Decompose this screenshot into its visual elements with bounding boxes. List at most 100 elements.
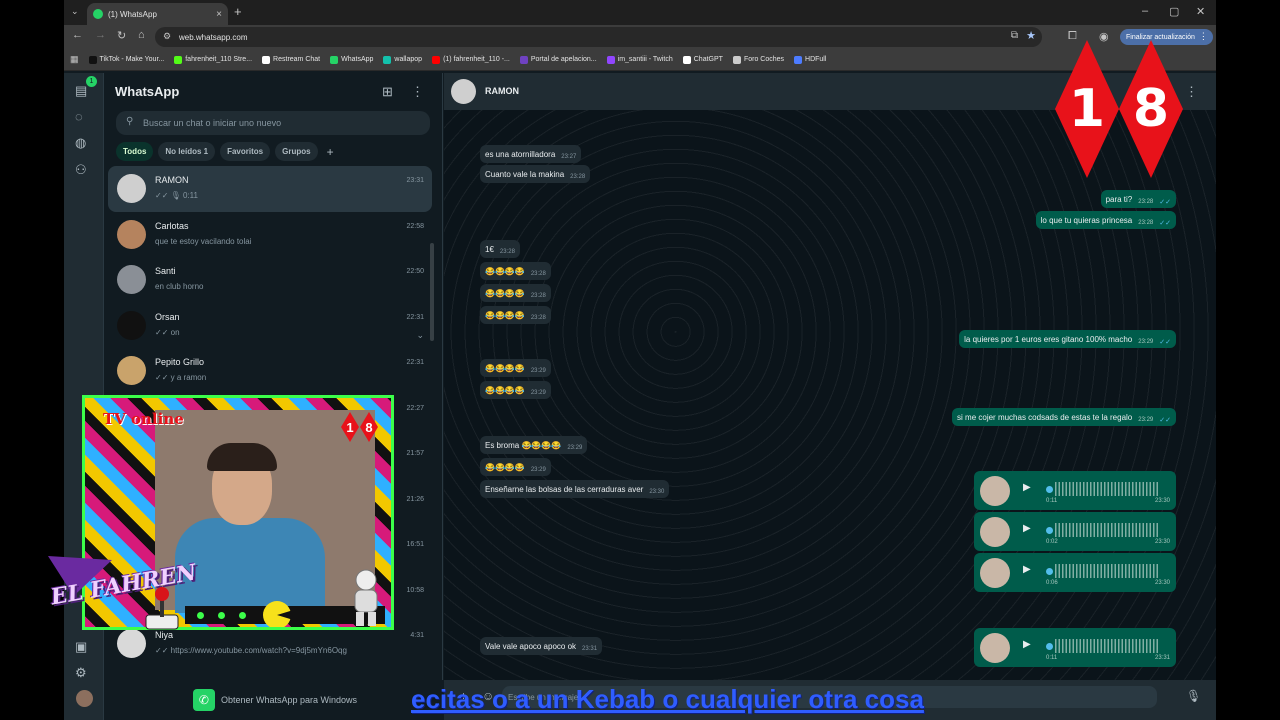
overlay-rating: 1 8 <box>341 412 378 442</box>
streamer-hair <box>207 443 277 471</box>
chat-row[interactable]: Pepito Grillo ✓✓ y a ramon 22:31 <box>108 348 432 394</box>
tab-strip: ⌄ (1) WhatsApp × + – ▢ ✕ <box>64 0 1216 25</box>
bookmark-star-icon[interactable]: ★ <box>1026 29 1036 42</box>
bookmark-item[interactable]: im_santiii - Twitch <box>606 55 673 64</box>
tab-whatsapp[interactable]: (1) WhatsApp × <box>87 3 228 25</box>
menu-kebab-icon[interactable]: ⋮ <box>411 84 424 100</box>
back-icon[interactable]: ← <box>72 29 83 41</box>
contact-avatar[interactable] <box>451 79 476 104</box>
chat-row[interactable]: Carlotas que te estoy vacilando tolai 22:5… <box>108 212 432 258</box>
communities-icon[interactable]: ⚇ <box>75 162 87 178</box>
filter-all[interactable]: Todos <box>116 142 154 161</box>
chat-row[interactable]: RAMON ✓✓ 🎙 0:11 23:31 <box>108 166 432 212</box>
voice-message[interactable]: ▶ 0:06 23:30 <box>974 553 1176 592</box>
bookmark-favicon-icon <box>606 55 615 64</box>
incoming-message[interactable]: 😂😂😂😂 23:29 <box>480 381 551 399</box>
voice-seek-handle[interactable] <box>1046 568 1053 575</box>
forward-icon[interactable]: → <box>95 29 106 41</box>
new-tab-button[interactable]: + <box>234 4 242 19</box>
chat-menu-icon[interactable]: ⋮ <box>1185 84 1198 100</box>
download-banner[interactable]: ✆ Obtener WhatsApp para Windows <box>107 680 443 720</box>
voice-message[interactable]: ▶ 0:11 23:31 <box>974 628 1176 667</box>
chat-row[interactable]: Santi en club horno 22:50 <box>108 257 432 303</box>
chats-icon[interactable]: ▤ <box>75 83 87 99</box>
bookmark-item[interactable]: WhatsApp <box>330 55 373 64</box>
voice-seek-handle[interactable] <box>1046 527 1053 534</box>
stream-ticker: ecitas o a un Kebab o cualquier otra cos… <box>411 684 924 714</box>
bookmark-item[interactable]: ChatGPT <box>682 55 723 64</box>
play-icon[interactable]: ▶ <box>1023 482 1031 493</box>
filter-unread[interactable]: No leídos 1 <box>158 142 216 161</box>
reload-icon[interactable]: ↻ <box>117 29 126 42</box>
voice-seek-handle[interactable] <box>1046 643 1053 650</box>
outgoing-message[interactable]: si me cojer muchas codsads de estas te l… <box>952 408 1176 426</box>
bookmark-item[interactable]: TikTok - Make Your... <box>88 55 164 64</box>
bookmark-favicon-icon <box>519 55 528 64</box>
play-icon[interactable]: ▶ <box>1023 564 1031 575</box>
media-icon[interactable]: ▣ <box>75 639 87 655</box>
apps-grid-icon[interactable]: ▦ <box>70 54 79 65</box>
status-icon[interactable]: ◌ <box>75 109 83 124</box>
chevron-down-icon[interactable]: ⌄ <box>416 330 424 341</box>
filter-chips: Todos No leídos 1 Favoritos Grupos + <box>116 142 334 161</box>
outgoing-message[interactable]: la quieres por 1 euros eres gitano 100% … <box>959 330 1176 348</box>
voice-message[interactable]: ▶ 0:02 23:30 <box>974 512 1176 551</box>
outgoing-message[interactable]: lo que tu quieras princesa 23:28 ✓✓ <box>1035 211 1176 229</box>
filter-favorites[interactable]: Favoritos <box>220 142 271 161</box>
microphone-icon[interactable]: 🎙 <box>1186 689 1201 703</box>
waveform[interactable] <box>1055 482 1159 496</box>
home-icon[interactable]: ⌂ <box>138 29 145 41</box>
scrollbar[interactable] <box>430 243 434 341</box>
incoming-message[interactable]: Enseñarne las bolsas de las cerraduras a… <box>480 480 670 498</box>
tab-search-button[interactable]: ⌄ <box>71 6 79 17</box>
message-text: si me cojer muchas codsads de estas te l… <box>957 412 1133 422</box>
chat-row[interactable]: Orsan ✓✓ on 22:31 ⌄ <box>108 303 432 349</box>
waveform[interactable] <box>1055 564 1159 578</box>
bookmark-item[interactable]: (1) fahrenheit_110 -... <box>432 55 510 64</box>
close-window-button[interactable]: ✕ <box>1196 5 1205 18</box>
close-tab-icon[interactable]: × <box>216 9 222 20</box>
profile-avatar[interactable] <box>76 690 93 707</box>
address-bar[interactable]: ⚙ web.whatsapp.com ⧉ ★ <box>155 27 1042 47</box>
incoming-message[interactable]: 😂😂😂😂 23:29 <box>480 458 551 476</box>
bookmark-item[interactable]: Portal de apelacion... <box>519 55 597 64</box>
voice-message[interactable]: ▶ 0:11 23:30 <box>974 471 1176 510</box>
message-time: 23:29 <box>530 389 546 396</box>
voice-time: 23:31 <box>1154 655 1170 661</box>
settings-gear-icon[interactable]: ⚙ <box>75 665 87 681</box>
bookmark-item[interactable]: fahrenheit_110 Stre... <box>174 55 252 64</box>
bookmarks-bar: ▦ TikTok - Make Your... fahrenheit_110 St… <box>64 49 1216 71</box>
incoming-message[interactable]: 😂😂😂😂 23:28 <box>480 306 551 324</box>
incoming-message[interactable]: 😂😂😂😂 23:28 <box>480 262 551 280</box>
incoming-message[interactable]: es una atornilladora 23:27 <box>480 145 582 163</box>
incoming-message[interactable]: Cuanto vale la makina 23:28 <box>480 165 591 183</box>
read-receipt-icon: ✓✓ <box>1159 338 1171 346</box>
bookmark-label: HDFull <box>805 56 827 63</box>
bookmark-item[interactable]: Restream Chat <box>262 55 320 64</box>
play-icon[interactable]: ▶ <box>1023 639 1031 650</box>
contact-name[interactable]: RAMON <box>485 86 519 96</box>
incoming-message[interactable]: 😂😂😂😂 23:29 <box>480 359 551 377</box>
bookmark-item[interactable]: wallapop <box>383 55 422 64</box>
new-chat-icon[interactable]: ⊞ <box>382 84 393 100</box>
incoming-message[interactable]: 1€ 23:28 <box>480 240 520 258</box>
voice-seek-handle[interactable] <box>1046 486 1053 493</box>
bookmark-favicon-icon <box>383 55 392 64</box>
outgoing-message[interactable]: para ti? 23:28 ✓✓ <box>1100 190 1176 208</box>
minimize-button[interactable]: – <box>1142 5 1148 17</box>
add-filter-icon[interactable]: + <box>327 145 334 159</box>
incoming-message[interactable]: 😂😂😂😂 23:28 <box>480 284 551 302</box>
bookmark-item[interactable]: HDFull <box>794 55 827 64</box>
maximize-button[interactable]: ▢ <box>1169 5 1179 18</box>
play-icon[interactable]: ▶ <box>1023 523 1031 534</box>
search-input[interactable]: ⚲ Buscar un chat o iniciar uno nuevo <box>116 111 430 135</box>
incoming-message[interactable]: Es broma 😂😂😂😂 23:29 <box>480 436 588 454</box>
filter-groups[interactable]: Grupos <box>275 142 318 161</box>
install-app-icon[interactable]: ⧉ <box>1011 30 1018 41</box>
site-info-icon[interactable]: ⚙ <box>163 31 171 42</box>
waveform[interactable] <box>1055 523 1159 537</box>
incoming-message[interactable]: Vale vale apoco apoco ok 23:31 <box>480 637 603 655</box>
channels-icon[interactable]: ◍ <box>75 135 86 151</box>
waveform[interactable] <box>1055 639 1159 653</box>
bookmark-item[interactable]: Foro Coches <box>732 55 784 64</box>
